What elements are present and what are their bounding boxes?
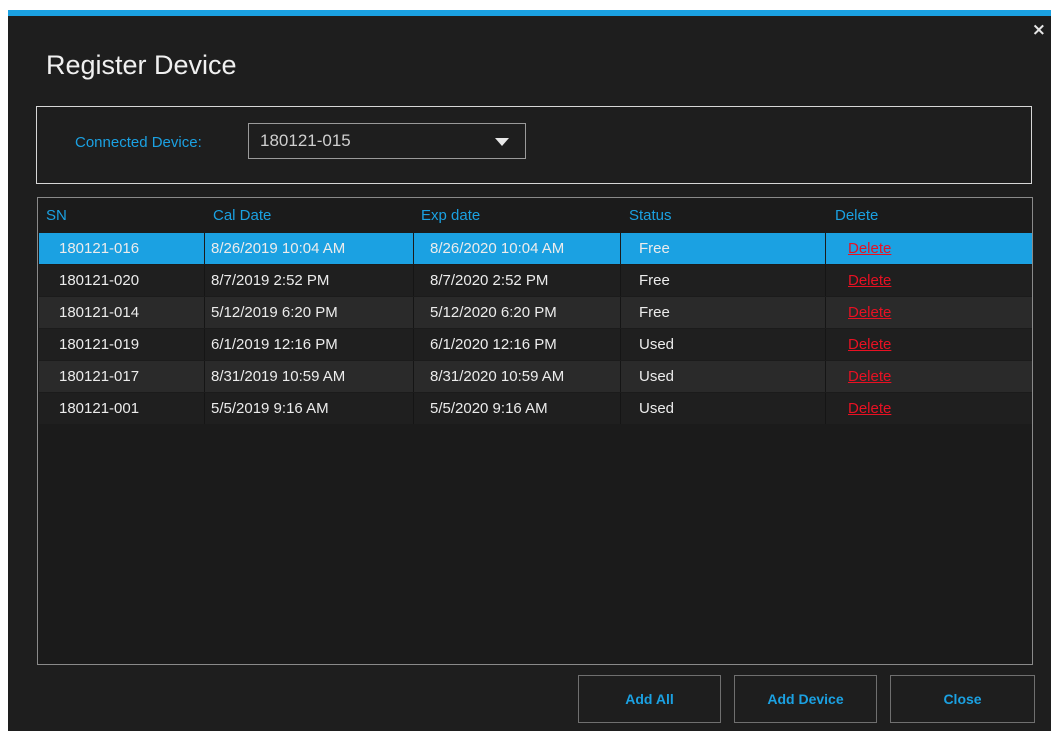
column-separator [204,361,205,392]
column-separator [413,329,414,360]
cell-exp-date: 8/31/2020 10:59 AM [430,368,565,385]
column-header-delete[interactable]: Delete [835,207,878,224]
cell-status: Used [639,336,675,353]
connected-device-panel: Connected Device: 180121-015 [36,106,1032,184]
table-row[interactable]: 180121-020 8/7/2019 2:52 PM 8/7/2020 2:5… [39,265,1032,296]
column-separator [413,265,414,296]
cell-cal-date: 5/12/2019 6:20 PM [211,304,338,321]
dialog-title: Register Device [46,50,237,80]
table-header: SN Cal Date Exp date Status Delete [38,198,1032,232]
column-separator [413,393,414,424]
cell-sn: 180121-014 [59,304,140,321]
connected-device-dropdown[interactable]: 180121-015 [248,123,526,159]
cell-sn: 180121-019 [59,336,140,353]
cell-cal-date: 8/7/2019 2:52 PM [211,272,330,289]
register-device-dialog: × Register Device Connected Device: 1801… [8,10,1051,731]
cell-cal-date: 6/1/2019 12:16 PM [211,336,338,353]
delete-link[interactable]: Delete [848,265,891,296]
cell-exp-date: 5/5/2020 9:16 AM [430,400,548,417]
table-row[interactable]: 180121-017 8/31/2019 10:59 AM 8/31/2020 … [39,361,1032,392]
cell-exp-date: 6/1/2020 12:16 PM [430,336,557,353]
column-separator [825,329,826,360]
table-row[interactable]: 180121-019 6/1/2019 12:16 PM 6/1/2020 12… [39,329,1032,360]
cell-cal-date: 8/26/2019 10:04 AM [211,240,346,257]
cell-exp-date: 8/7/2020 2:52 PM [430,272,549,289]
cell-status: Used [639,400,675,417]
cell-cal-date: 8/31/2019 10:59 AM [211,368,346,385]
delete-link[interactable]: Delete [848,329,891,360]
column-separator [620,297,621,328]
cell-status: Free [639,304,670,321]
cell-sn: 180121-017 [59,368,140,385]
cell-exp-date: 8/26/2020 10:04 AM [430,240,565,257]
column-separator [825,265,826,296]
column-header-status[interactable]: Status [629,207,672,224]
column-separator [413,297,414,328]
column-separator [204,329,205,360]
column-separator [204,233,205,264]
cell-sn: 180121-020 [59,272,140,289]
column-separator [825,297,826,328]
add-all-button[interactable]: Add All [578,675,721,723]
cell-status: Used [639,368,675,385]
column-separator [825,361,826,392]
column-separator [204,297,205,328]
column-separator [620,361,621,392]
column-separator [620,233,621,264]
column-separator [204,393,205,424]
cell-sn: 180121-016 [59,240,140,257]
column-separator [204,265,205,296]
delete-link[interactable]: Delete [848,393,891,424]
column-separator [825,393,826,424]
column-separator [620,329,621,360]
column-separator [413,233,414,264]
close-button[interactable]: Close [890,675,1035,723]
column-separator [825,233,826,264]
close-icon[interactable]: × [1032,22,1046,39]
cell-cal-date: 5/5/2019 9:16 AM [211,400,329,417]
device-table: SN Cal Date Exp date Status Delete 18012… [37,197,1033,665]
column-separator [413,361,414,392]
table-row[interactable]: 180121-014 5/12/2019 6:20 PM 5/12/2020 6… [39,297,1032,328]
cell-sn: 180121-001 [59,400,140,417]
column-header-exp-date[interactable]: Exp date [421,207,480,224]
cell-status: Free [639,272,670,289]
add-device-button[interactable]: Add Device [734,675,877,723]
delete-link[interactable]: Delete [848,297,891,328]
delete-link[interactable]: Delete [848,361,891,392]
delete-link[interactable]: Delete [848,233,891,264]
connected-device-label: Connected Device: [75,134,202,151]
table-row[interactable]: 180121-016 8/26/2019 10:04 AM 8/26/2020 … [39,233,1032,264]
column-separator [620,393,621,424]
cell-status: Free [639,240,670,257]
column-separator [620,265,621,296]
accent-bar [8,10,1051,16]
column-header-sn[interactable]: SN [46,207,67,224]
chevron-down-icon [495,138,509,146]
connected-device-value: 180121-015 [260,131,351,150]
column-header-cal-date[interactable]: Cal Date [213,207,271,224]
cell-exp-date: 5/12/2020 6:20 PM [430,304,557,321]
table-row[interactable]: 180121-001 5/5/2019 9:16 AM 5/5/2020 9:1… [39,393,1032,424]
